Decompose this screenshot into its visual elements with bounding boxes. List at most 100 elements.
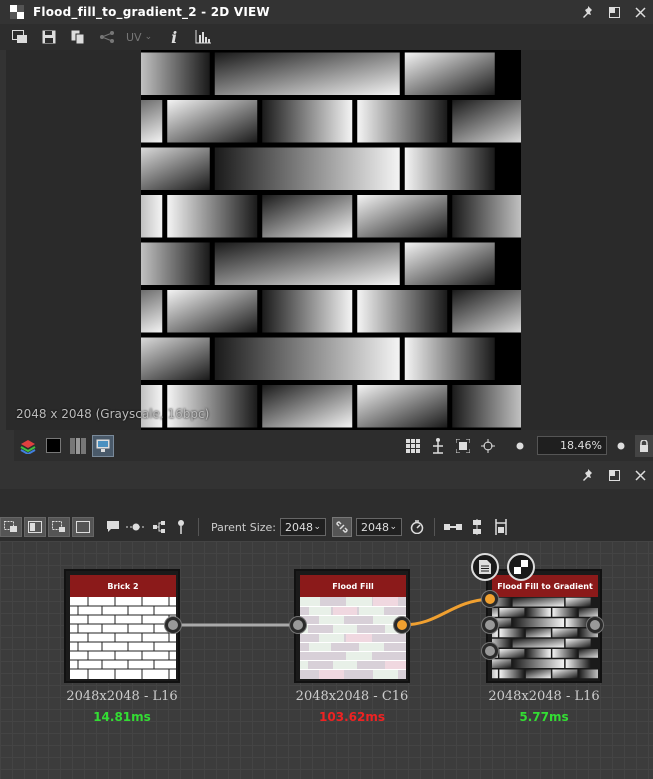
brick-tile	[565, 597, 591, 607]
graph-title-bar	[0, 461, 653, 489]
tile-icon[interactable]	[427, 435, 449, 457]
black-swatch-icon[interactable]	[42, 435, 64, 457]
connect-nodes-icon[interactable]	[441, 517, 465, 537]
lock-icon[interactable]	[635, 434, 653, 457]
brick-tile	[512, 659, 565, 668]
size-value: 2048	[361, 520, 389, 534]
view-title-bar: Flood_fill_to_gradient_2 - 2D VIEW	[0, 0, 653, 24]
link-icon[interactable]	[332, 517, 352, 537]
maximize-icon[interactable]	[601, 0, 627, 24]
brick-tile	[565, 659, 591, 668]
close-icon[interactable]	[627, 0, 653, 24]
parent-size-select[interactable]: 2048 ⌄	[280, 518, 326, 536]
frame-icon[interactable]	[24, 517, 46, 537]
push-pin-icon[interactable]	[170, 517, 192, 537]
brick-tile	[512, 638, 565, 648]
brick-tile	[452, 100, 521, 143]
layers-icon[interactable]	[17, 435, 39, 457]
graph-structure-icon[interactable]	[148, 517, 170, 537]
input-port[interactable]	[482, 617, 498, 633]
export-icon[interactable]	[10, 27, 30, 47]
brick-tile	[262, 385, 353, 428]
group-icon[interactable]	[48, 517, 70, 537]
pin-connect-icon[interactable]	[124, 517, 148, 537]
info-icon[interactable]: i	[164, 27, 184, 47]
comment-frame-icon[interactable]	[72, 517, 94, 537]
align-nodes-icon[interactable]	[0, 517, 22, 537]
brick-tile	[452, 290, 521, 333]
grid-window-icon	[10, 5, 24, 19]
2d-view-panel: Flood_fill_to_gradient_2 - 2D VIEW UV ⌄ …	[0, 0, 653, 461]
node-size: 2048x2048 - L16	[488, 689, 600, 704]
pin-icon[interactable]	[575, 0, 601, 24]
size-select[interactable]: 2048 ⌄	[356, 518, 402, 536]
view-canvas[interactable]: 2048 x 2048 (Grayscale, 16bpc)	[6, 50, 653, 430]
texture-preview[interactable]	[141, 50, 521, 430]
node-size: 2048x2048 - C16	[295, 689, 409, 704]
brick-tile	[357, 100, 448, 143]
brick-tile	[552, 669, 578, 679]
display-mode-icon[interactable]	[92, 434, 114, 457]
brick-tile	[214, 337, 400, 380]
graph-canvas[interactable]: Brick 2 2048x2048 - L16 14.81ms Flood Fi…	[0, 541, 653, 779]
close-icon[interactable]	[627, 463, 653, 487]
view-bottom-bar: 18.46%	[0, 430, 653, 461]
uv-label[interactable]: UV	[126, 31, 142, 44]
share-icon[interactable]	[97, 27, 117, 47]
input-port[interactable]	[482, 591, 498, 607]
fit-view-icon[interactable]	[452, 435, 474, 457]
brick-tile	[141, 100, 163, 143]
node-thumbnail	[492, 597, 598, 679]
brick-tile	[214, 242, 400, 285]
copy-icon[interactable]	[68, 27, 88, 47]
node-thumbnail	[70, 597, 176, 679]
grid-toggle-icon[interactable]	[402, 435, 424, 457]
input-port[interactable]	[290, 617, 306, 633]
brick-tile	[499, 649, 525, 658]
zoom-out-icon[interactable]	[509, 435, 531, 457]
comment-icon[interactable]	[102, 517, 124, 537]
brick-tile	[357, 290, 448, 333]
brick-tile	[499, 669, 525, 679]
node-title: Flood Fill	[300, 575, 406, 597]
brick-tile	[499, 608, 525, 617]
zoom-input[interactable]: 18.46%	[537, 436, 607, 455]
vertical-align-icon[interactable]	[465, 517, 489, 537]
output-port[interactable]	[165, 617, 181, 633]
brick-tile	[167, 195, 258, 238]
brick-tile	[262, 290, 353, 333]
chevron-down-icon: ⌄	[313, 522, 321, 532]
maximize-icon[interactable]	[601, 463, 627, 487]
node-spacing-icon[interactable]	[489, 517, 513, 537]
pin-icon[interactable]	[575, 463, 601, 487]
node-title: Brick 2	[70, 575, 176, 597]
brick-tile	[357, 385, 448, 428]
brick-tile	[452, 385, 521, 428]
brick-tile	[452, 195, 521, 238]
save-icon[interactable]	[39, 27, 59, 47]
view-toolbar: UV ⌄ i	[0, 24, 653, 50]
document-icon[interactable]	[471, 553, 499, 581]
brick-tile	[578, 608, 598, 617]
chevron-down-icon[interactable]: ⌄	[145, 32, 153, 42]
brick-tile	[167, 100, 258, 143]
brick-tile	[167, 290, 258, 333]
brick-tile	[141, 337, 210, 380]
output-port[interactable]	[394, 617, 410, 633]
timer-icon[interactable]	[406, 517, 428, 537]
brick-tile	[141, 290, 163, 333]
node-size: 2048x2048 - L16	[66, 689, 178, 704]
node-time: 5.77ms	[519, 710, 569, 724]
brick-tile	[492, 608, 498, 617]
checker-icon[interactable]	[507, 553, 535, 581]
center-view-icon[interactable]	[477, 435, 499, 457]
brick-tile	[512, 597, 565, 607]
output-port[interactable]	[587, 617, 603, 633]
input-port[interactable]	[482, 643, 498, 659]
brick-tile	[525, 669, 551, 679]
node-thumbnail	[300, 597, 406, 679]
brick-tile	[492, 669, 498, 679]
histogram-icon[interactable]	[193, 27, 213, 47]
zoom-in-icon[interactable]	[610, 435, 632, 457]
channels-icon[interactable]	[67, 435, 89, 457]
